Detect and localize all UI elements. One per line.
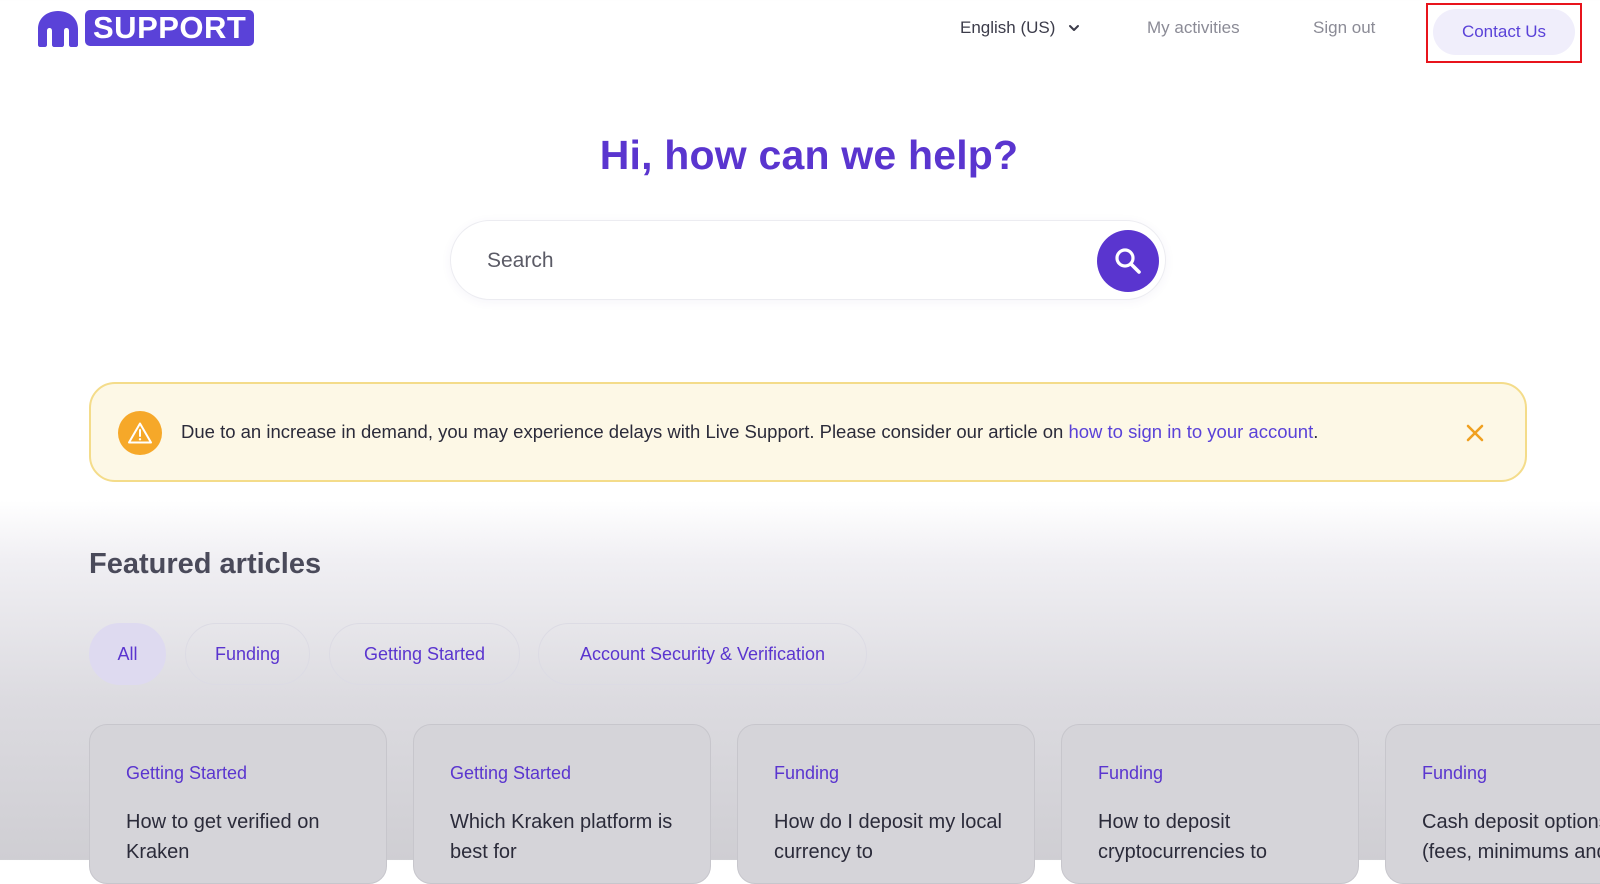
article-card[interactable]: Getting Started Which Kraken platform is… [413, 724, 711, 884]
article-title: How to deposit cryptocurrencies to [1098, 811, 1267, 863]
article-title: How do I deposit my local currency to [774, 811, 1002, 863]
logo-support-text: SUPPORT [85, 10, 255, 46]
kraken-logo-icon [38, 11, 78, 47]
chip-account-security-verification[interactable]: Account Security & Verification [538, 623, 867, 685]
sign-in-article-link[interactable]: how to sign in to your account [1068, 421, 1313, 442]
article-title: Which Kraken platform is best for [450, 811, 673, 863]
search-bar [450, 220, 1166, 300]
article-card[interactable]: Funding How do I deposit my local curren… [737, 724, 1035, 884]
language-selector[interactable]: English (US) [960, 0, 1081, 56]
alert-message-end: . [1313, 421, 1319, 442]
search-input[interactable] [485, 241, 1049, 281]
live-support-alert: Due to an increase in demand, you may ex… [89, 382, 1527, 482]
article-title: Cash deposit options (fees, minimums and [1422, 807, 1600, 867]
article-category: Getting Started [126, 763, 248, 783]
article-category: Funding [1422, 763, 1488, 783]
article-card[interactable]: Getting Started How to get verified on K… [89, 724, 387, 884]
article-category: Funding [774, 763, 840, 783]
search-button[interactable] [1097, 230, 1159, 292]
search-icon [1115, 248, 1141, 274]
chip-getting-started[interactable]: Getting Started [329, 623, 520, 685]
chevron-down-icon [1069, 25, 1080, 31]
article-category: Funding [1098, 763, 1164, 783]
sign-out-link[interactable]: Sign out [1313, 0, 1375, 56]
header: SUPPORT English (US) My activities Sign … [0, 0, 1600, 63]
chip-all[interactable]: All [89, 623, 166, 685]
article-category: Getting Started [450, 763, 572, 783]
language-label: English (US) [960, 18, 1056, 37]
my-activities-link[interactable]: My activities [1147, 0, 1240, 56]
contact-us-highlight: Contact Us [1426, 3, 1582, 63]
alert-message-text: Due to an increase in demand, you may ex… [181, 421, 1069, 442]
close-icon[interactable] [1464, 422, 1486, 444]
article-title: How to get verified on Kraken [126, 811, 320, 863]
article-title-text: Cash deposit options (fees, minimums and [1422, 811, 1600, 863]
article-card[interactable]: Funding How to deposit cryptocurrencies … [1061, 724, 1359, 884]
chip-funding[interactable]: Funding [185, 623, 310, 685]
page-title: Hi, how can we help? [599, 132, 1019, 178]
kraken-support-logo[interactable]: SUPPORT [34, 8, 255, 48]
featured-articles-heading: Featured articles [89, 548, 322, 580]
warning-icon [118, 411, 162, 455]
alert-message: Due to an increase in demand, you may ex… [181, 421, 1318, 443]
contact-us-button[interactable]: Contact Us [1433, 9, 1575, 55]
article-card[interactable]: Funding Cash deposit options (fees, mini… [1385, 724, 1600, 884]
